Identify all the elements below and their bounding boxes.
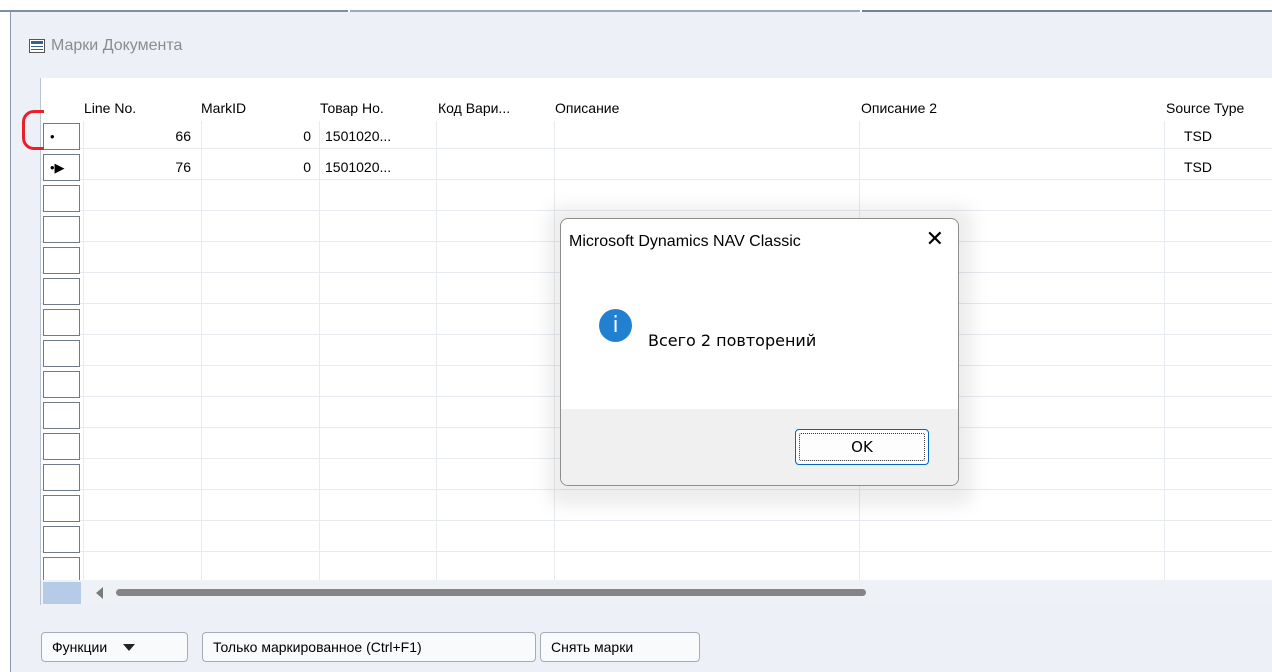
row-divider (41, 148, 1272, 149)
row-divider (41, 179, 1272, 180)
column-header-mark-id[interactable]: MarkID (201, 100, 246, 116)
scrollbar-thumb[interactable] (116, 589, 866, 596)
row-selector[interactable] (43, 185, 80, 212)
table-cell-mark-id[interactable]: 0 (281, 128, 311, 144)
table-form-icon (29, 39, 45, 53)
horizontal-scrollbar[interactable] (41, 580, 1272, 605)
table-cell-source-type[interactable]: TSD (1184, 128, 1212, 144)
scroll-left-arrow-icon[interactable] (96, 587, 103, 599)
column-divider (201, 121, 202, 580)
column-divider (319, 121, 320, 580)
screen-top-strip (0, 0, 1272, 10)
column-header-item-no[interactable]: Товар Но. (320, 100, 384, 116)
row-selector[interactable] (43, 247, 80, 274)
dialog-message: Всего 2 повторений (648, 331, 817, 350)
column-divider (83, 121, 84, 580)
column-header-line-no[interactable]: Line No. (84, 100, 136, 116)
functions-button-label: Функции (52, 639, 108, 655)
row-selector[interactable] (43, 464, 80, 491)
table-cell-mark-id[interactable]: 0 (281, 159, 311, 175)
marked-only-button[interactable]: Только маркированное (Ctrl+F1) (202, 632, 536, 662)
column-header-variant-code[interactable]: Код Вари... (438, 100, 510, 116)
row-selector[interactable] (43, 340, 80, 367)
row-selector[interactable]: • (43, 123, 80, 150)
table-cell-item-no[interactable]: 1501020... (325, 159, 391, 175)
row-selector[interactable] (43, 309, 80, 336)
column-header-source-type[interactable]: Source Type (1166, 100, 1244, 116)
row-selector[interactable]: •▶ (43, 154, 80, 181)
marked-only-button-label: Только маркированное (Ctrl+F1) (213, 639, 422, 655)
row-selector[interactable] (43, 216, 80, 243)
column-header-description[interactable]: Описание (555, 100, 619, 116)
clear-marks-button[interactable]: Снять марки (540, 632, 700, 662)
column-header-description-2[interactable]: Описание 2 (861, 100, 937, 116)
row-divider (41, 551, 1272, 552)
ok-button[interactable]: OK (795, 429, 929, 465)
column-divider (436, 121, 437, 580)
grid-corner (43, 582, 81, 604)
info-icon-glyph: i (612, 313, 619, 338)
chevron-down-icon (123, 643, 136, 651)
dialog-title: Microsoft Dynamics NAV Classic (569, 233, 801, 250)
red-annotation-bracket (22, 110, 44, 150)
close-icon[interactable]: ✕ (926, 228, 944, 250)
message-dialog: Microsoft Dynamics NAV Classic ✕ i Всего… (560, 218, 959, 486)
row-selector[interactable] (43, 526, 80, 553)
row-selector[interactable] (43, 495, 80, 522)
column-divider (1164, 121, 1165, 580)
window-title-bar: Марки Документа (29, 34, 182, 58)
clear-marks-button-label: Снять марки (551, 639, 634, 655)
row-selector[interactable] (43, 433, 80, 460)
table-cell-line-no[interactable]: 76 (141, 159, 191, 175)
window-title: Марки Документа (51, 37, 183, 54)
functions-dropdown-button[interactable]: Функции (41, 632, 188, 662)
row-divider (41, 520, 1272, 521)
table-cell-item-no[interactable]: 1501020... (325, 128, 391, 144)
info-icon: i (599, 309, 632, 342)
row-selector-column: • •▶ (41, 121, 83, 584)
row-selector[interactable] (43, 278, 80, 305)
row-selector[interactable] (43, 402, 80, 429)
table-cell-line-no[interactable]: 66 (141, 128, 191, 144)
ok-button-label: OK (851, 438, 873, 456)
table-cell-source-type[interactable]: TSD (1184, 159, 1212, 175)
row-selector[interactable] (43, 371, 80, 398)
